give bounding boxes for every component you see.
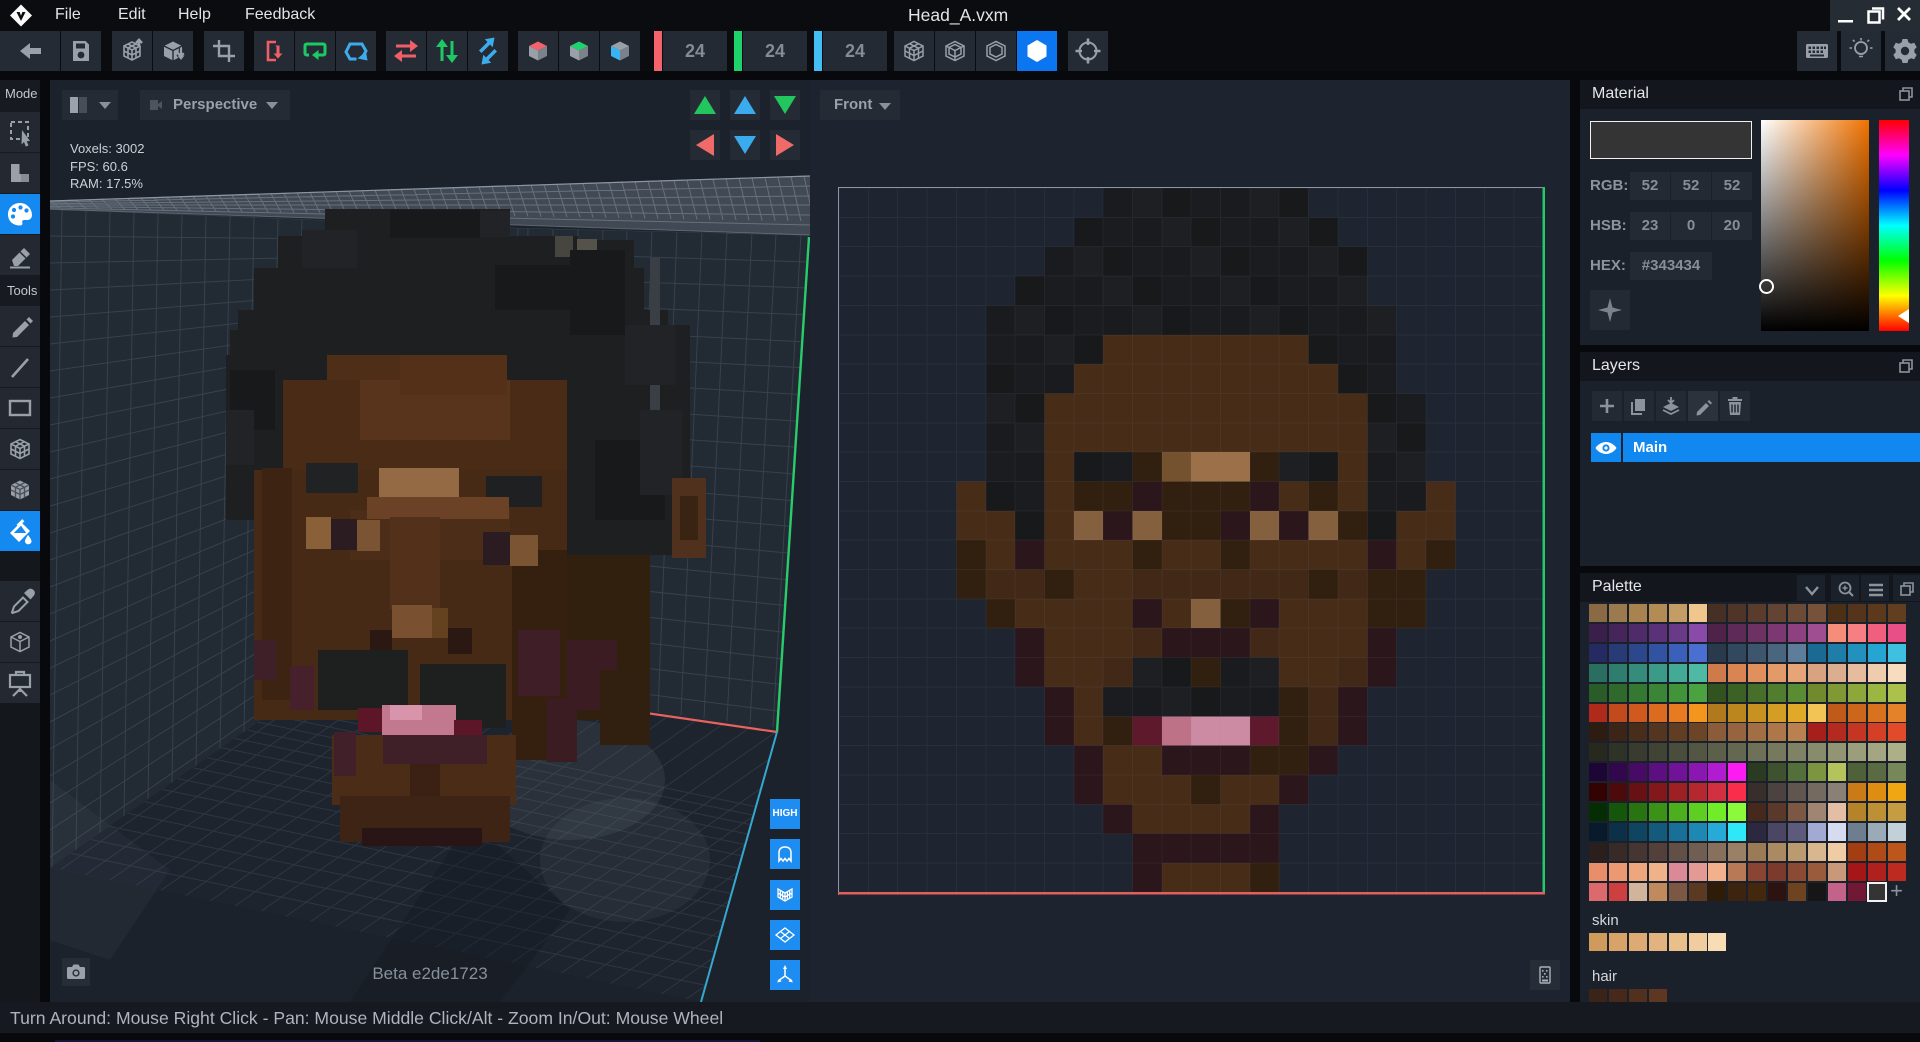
svg-text:Beta e2de1723: Beta e2de1723 — [372, 964, 487, 983]
